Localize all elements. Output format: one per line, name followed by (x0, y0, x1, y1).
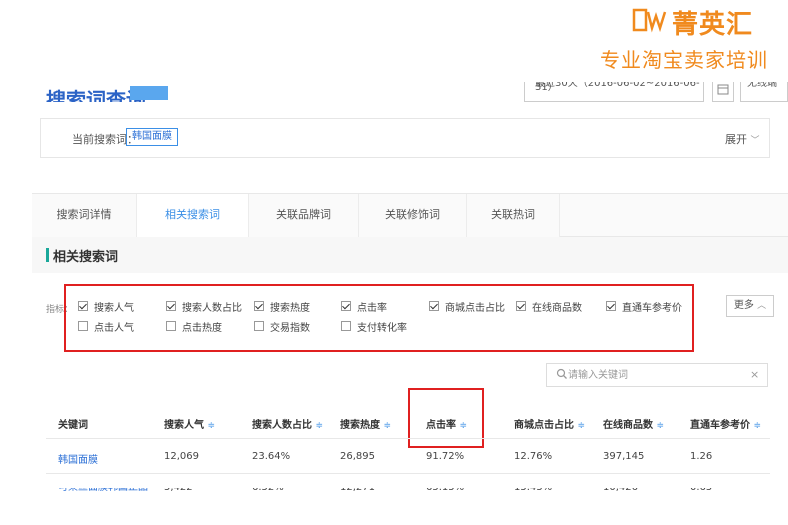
column-header-click-rate[interactable]: 点击率 ≑ (426, 416, 467, 431)
sort-icon[interactable]: ≑ (656, 421, 664, 431)
column-header-ztc-price[interactable]: 直通车参考价 ≑ (690, 416, 761, 431)
tab-search-word-detail[interactable]: 搜索词详情 (32, 194, 137, 237)
logo-slogan: 专业淘宝卖家培训 (600, 48, 768, 72)
expand-label: 展开 (725, 133, 747, 146)
sort-icon[interactable]: ≑ (383, 421, 391, 431)
column-header-searcher-share[interactable]: 搜索人数占比 ≑ (252, 416, 323, 431)
search-icon (556, 368, 567, 379)
tab-related-modifier-words[interactable]: 关联修饰词 (359, 194, 467, 237)
table-cell: 1.26 (690, 451, 713, 462)
table-cell: 6.52% (252, 488, 284, 494)
table-cell: 12.76% (514, 451, 553, 462)
brand-logo: 菁英汇 专业淘宝卖家培训 (594, 4, 774, 74)
column-header-label: 直通车参考价 (690, 420, 750, 431)
table-cell: 12,271 (340, 488, 375, 494)
column-header-label: 在线商品数 (603, 420, 653, 431)
chevron-up-icon: ︿ (757, 301, 767, 311)
column-header-online-items[interactable]: 在线商品数 ≑ (603, 416, 664, 431)
table-cell: 65.15% (426, 488, 464, 494)
date-range-select[interactable]: 最近30天（2016-06-02~2016-06-31） (524, 82, 704, 102)
calendar-button[interactable] (712, 82, 734, 102)
sort-icon[interactable]: ≑ (207, 421, 215, 431)
column-header-label: 点击率 (426, 420, 456, 431)
sort-icon[interactable]: ≑ (459, 421, 467, 431)
chevron-down-icon: ﹀ (750, 136, 760, 146)
section-header (32, 237, 788, 273)
clear-icon[interactable]: × (750, 368, 759, 381)
sort-icon[interactable]: ≑ (577, 421, 585, 431)
table-cell: 0.65 (690, 488, 712, 494)
column-header-label: 商城点击占比 (514, 420, 574, 431)
table-cell: 10,426 (603, 488, 638, 494)
table-cell: 26,895 (340, 451, 375, 462)
current-search-chip[interactable]: 韩国面膜 (126, 128, 178, 146)
tab-related-search-words[interactable]: 相关搜索词 (137, 194, 249, 237)
section-accent-bar (46, 248, 49, 262)
column-header-label: 关键词 (58, 420, 88, 431)
table-cell: 5,422 (164, 488, 193, 494)
column-header-mall-click-share[interactable]: 商城点击占比 ≑ (514, 416, 585, 431)
table-cell: 23.64% (252, 451, 291, 462)
device-select[interactable]: 无线端 (740, 82, 788, 102)
sort-icon[interactable]: ≑ (753, 421, 761, 431)
table-cell-keyword[interactable]: 可莱丝面膜韩国正品 (58, 488, 148, 494)
keyword-search-input[interactable] (568, 366, 738, 384)
column-header-search-heat[interactable]: 搜索热度 ≑ (340, 416, 391, 431)
expand-button[interactable]: 展开 ﹀ (725, 131, 760, 147)
more-label: 更多 (733, 300, 754, 311)
column-header-search-popularity[interactable]: 搜索人气 ≑ (164, 416, 215, 431)
table-cell: 15.43% (514, 488, 552, 494)
table-cell: 12,069 (164, 451, 199, 462)
column-header-label: 搜索人气 (164, 420, 204, 431)
more-button[interactable]: 更多 ︿ (726, 295, 774, 317)
sort-icon[interactable]: ≑ (315, 421, 323, 431)
logo-brand: 菁英汇 (672, 10, 754, 40)
calendar-icon (717, 84, 729, 95)
tab-related-brand-words[interactable]: 关联品牌词 (249, 194, 359, 237)
table-cell: 91.72% (426, 451, 465, 462)
tab-related-hot-words[interactable]: 关联热词 (467, 194, 560, 237)
indicator-highlight-box (64, 284, 694, 352)
tab-bar: 搜索词详情 相关搜索词 关联品牌词 关联修饰词 关联热词 (32, 193, 788, 237)
section-title: 相关搜索词 (53, 250, 119, 265)
table-divider (46, 438, 770, 439)
page-title-badge (130, 86, 168, 100)
table-cell-keyword[interactable]: 韩国面膜 (58, 451, 98, 466)
column-header-label: 搜索人数占比 (252, 420, 312, 431)
table-cell: 397,145 (603, 451, 645, 462)
column-header-label: 搜索热度 (340, 420, 380, 431)
table-divider (46, 473, 770, 474)
column-header-keyword: 关键词 (58, 416, 88, 431)
logo-mark-icon (632, 8, 667, 33)
